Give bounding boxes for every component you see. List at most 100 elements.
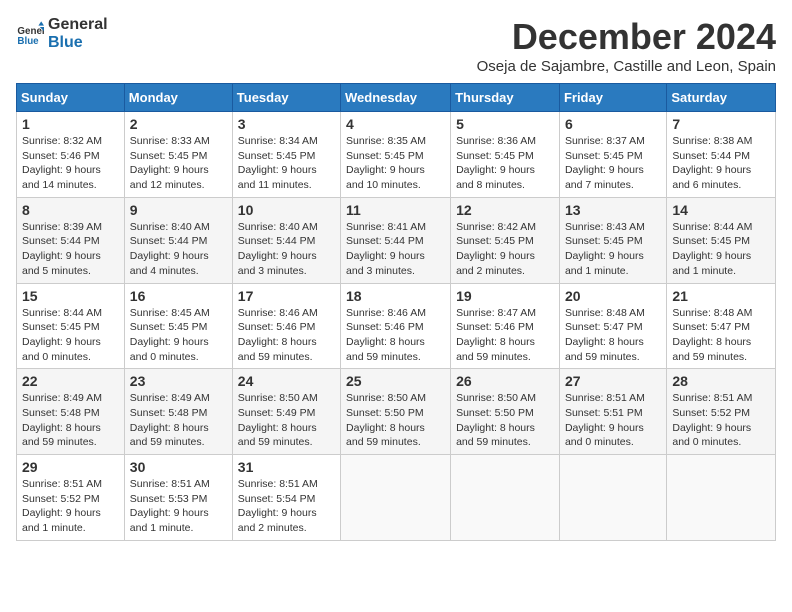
weekday-header-saturday: Saturday bbox=[667, 84, 776, 112]
calendar-cell: 27Sunrise: 8:51 AMSunset: 5:51 PMDayligh… bbox=[559, 369, 666, 455]
day-number: 18 bbox=[346, 288, 445, 304]
day-info: Sunrise: 8:41 AMSunset: 5:44 PMDaylight:… bbox=[346, 220, 445, 279]
calendar-cell: 15 Sunrise: 8:44 AMSunset: 5:45 PMDayligh… bbox=[17, 283, 125, 369]
day-number: 28 bbox=[672, 373, 770, 389]
calendar-cell bbox=[451, 455, 560, 541]
day-info: Sunrise: 8:44 AMSunset: 5:45 PMDaylight:… bbox=[672, 220, 770, 279]
day-number: 26 bbox=[456, 373, 554, 389]
day-info: Sunrise: 8:46 AMSunset: 5:46 PMDaylight:… bbox=[238, 306, 335, 365]
calendar-cell: 26 Sunrise: 8:50 AMSunset: 5:50 PMDayligh… bbox=[451, 369, 560, 455]
logo: General Blue General Blue bbox=[16, 16, 108, 51]
day-info: Sunrise: 8:50 AMSunset: 5:49 PMDaylight:… bbox=[238, 391, 335, 450]
calendar-cell: 18 Sunrise: 8:46 AMSunset: 5:46 PMDayligh… bbox=[341, 283, 451, 369]
calendar-cell: 30 Sunrise: 8:51 AMSunset: 5:53 PMDayligh… bbox=[124, 455, 232, 541]
calendar-cell: 13Sunrise: 8:43 AMSunset: 5:45 PMDayligh… bbox=[559, 197, 666, 283]
day-number: 15 bbox=[22, 288, 119, 304]
day-info: Sunrise: 8:48 AMSunset: 5:47 PMDaylight:… bbox=[565, 306, 661, 365]
calendar-cell: 20Sunrise: 8:48 AMSunset: 5:47 PMDayligh… bbox=[559, 283, 666, 369]
calendar-cell: 10Sunrise: 8:40 AMSunset: 5:44 PMDayligh… bbox=[232, 197, 340, 283]
day-number: 5 bbox=[456, 116, 554, 132]
calendar-cell: 14 Sunrise: 8:44 AMSunset: 5:45 PMDayligh… bbox=[667, 197, 776, 283]
day-info: Sunrise: 8:44 AMSunset: 5:45 PMDaylight:… bbox=[22, 306, 119, 365]
header: General Blue General Blue December 2024 … bbox=[16, 16, 776, 75]
calendar-cell: 9 Sunrise: 8:40 AMSunset: 5:44 PMDaylight… bbox=[124, 197, 232, 283]
day-number: 17 bbox=[238, 288, 335, 304]
calendar-cell bbox=[341, 455, 451, 541]
day-info: Sunrise: 8:46 AMSunset: 5:46 PMDaylight:… bbox=[346, 306, 445, 365]
day-info: Sunrise: 8:35 AMSunset: 5:45 PMDaylight:… bbox=[346, 134, 445, 193]
day-number: 1 bbox=[22, 116, 119, 132]
calendar-cell: 29Sunrise: 8:51 AMSunset: 5:52 PMDayligh… bbox=[17, 455, 125, 541]
day-info: Sunrise: 8:34 AMSunset: 5:45 PMDaylight:… bbox=[238, 134, 335, 193]
calendar-cell: 4 Sunrise: 8:35 AMSunset: 5:45 PMDaylight… bbox=[341, 112, 451, 198]
calendar-cell: 21 Sunrise: 8:48 AMSunset: 5:47 PMDayligh… bbox=[667, 283, 776, 369]
day-info: Sunrise: 8:51 AMSunset: 5:54 PMDaylight:… bbox=[238, 477, 335, 536]
calendar-cell: 5Sunrise: 8:36 AMSunset: 5:45 PMDaylight… bbox=[451, 112, 560, 198]
logo-blue: Blue bbox=[48, 34, 108, 52]
day-number: 22 bbox=[22, 373, 119, 389]
day-info: Sunrise: 8:51 AMSunset: 5:52 PMDaylight:… bbox=[672, 391, 770, 450]
day-info: Sunrise: 8:38 AMSunset: 5:44 PMDaylight:… bbox=[672, 134, 770, 193]
day-number: 16 bbox=[130, 288, 227, 304]
day-number: 8 bbox=[22, 202, 119, 218]
day-info: Sunrise: 8:49 AMSunset: 5:48 PMDaylight:… bbox=[130, 391, 227, 450]
day-number: 11 bbox=[346, 202, 445, 218]
calendar-cell: 11 Sunrise: 8:41 AMSunset: 5:44 PMDayligh… bbox=[341, 197, 451, 283]
calendar-cell: 16 Sunrise: 8:45 AMSunset: 5:45 PMDayligh… bbox=[124, 283, 232, 369]
day-number: 30 bbox=[130, 459, 227, 475]
day-number: 7 bbox=[672, 116, 770, 132]
day-info: Sunrise: 8:42 AMSunset: 5:45 PMDaylight:… bbox=[456, 220, 554, 279]
logo-icon: General Blue bbox=[16, 20, 44, 48]
day-number: 14 bbox=[672, 202, 770, 218]
day-info: Sunrise: 8:49 AMSunset: 5:48 PMDaylight:… bbox=[22, 391, 119, 450]
calendar-cell: 7 Sunrise: 8:38 AMSunset: 5:44 PMDaylight… bbox=[667, 112, 776, 198]
week-row-5: 29Sunrise: 8:51 AMSunset: 5:52 PMDayligh… bbox=[17, 455, 776, 541]
weekday-header-thursday: Thursday bbox=[451, 84, 560, 112]
day-number: 31 bbox=[238, 459, 335, 475]
weekday-header-row: SundayMondayTuesdayWednesdayThursdayFrid… bbox=[17, 84, 776, 112]
day-number: 4 bbox=[346, 116, 445, 132]
calendar-cell: 25 Sunrise: 8:50 AMSunset: 5:50 PMDayligh… bbox=[341, 369, 451, 455]
calendar-cell: 24Sunrise: 8:50 AMSunset: 5:49 PMDayligh… bbox=[232, 369, 340, 455]
week-row-3: 15 Sunrise: 8:44 AMSunset: 5:45 PMDayligh… bbox=[17, 283, 776, 369]
day-info: Sunrise: 8:43 AMSunset: 5:45 PMDaylight:… bbox=[565, 220, 661, 279]
calendar-table: SundayMondayTuesdayWednesdayThursdayFrid… bbox=[16, 83, 776, 541]
day-number: 19 bbox=[456, 288, 554, 304]
svg-text:Blue: Blue bbox=[17, 35, 39, 46]
day-info: Sunrise: 8:51 AMSunset: 5:53 PMDaylight:… bbox=[130, 477, 227, 536]
location-subtitle: Oseja de Sajambre, Castille and Leon, Sp… bbox=[477, 58, 776, 75]
calendar-cell: 28 Sunrise: 8:51 AMSunset: 5:52 PMDayligh… bbox=[667, 369, 776, 455]
weekday-header-tuesday: Tuesday bbox=[232, 84, 340, 112]
day-number: 21 bbox=[672, 288, 770, 304]
calendar-cell: 3Sunrise: 8:34 AMSunset: 5:45 PMDaylight… bbox=[232, 112, 340, 198]
calendar-cell: 1Sunrise: 8:32 AMSunset: 5:46 PMDaylight… bbox=[17, 112, 125, 198]
day-number: 10 bbox=[238, 202, 335, 218]
day-info: Sunrise: 8:48 AMSunset: 5:47 PMDaylight:… bbox=[672, 306, 770, 365]
calendar-cell: 19 Sunrise: 8:47 AMSunset: 5:46 PMDayligh… bbox=[451, 283, 560, 369]
calendar-cell: 12Sunrise: 8:42 AMSunset: 5:45 PMDayligh… bbox=[451, 197, 560, 283]
day-number: 23 bbox=[130, 373, 227, 389]
day-number: 9 bbox=[130, 202, 227, 218]
calendar-cell: 17 Sunrise: 8:46 AMSunset: 5:46 PMDayligh… bbox=[232, 283, 340, 369]
day-number: 29 bbox=[22, 459, 119, 475]
day-number: 27 bbox=[565, 373, 661, 389]
day-info: Sunrise: 8:45 AMSunset: 5:45 PMDaylight:… bbox=[130, 306, 227, 365]
day-info: Sunrise: 8:40 AMSunset: 5:44 PMDaylight:… bbox=[130, 220, 227, 279]
weekday-header-wednesday: Wednesday bbox=[341, 84, 451, 112]
day-number: 25 bbox=[346, 373, 445, 389]
month-title: December 2024 bbox=[477, 16, 776, 58]
day-info: Sunrise: 8:39 AMSunset: 5:44 PMDaylight:… bbox=[22, 220, 119, 279]
weekday-header-monday: Monday bbox=[124, 84, 232, 112]
week-row-2: 8 Sunrise: 8:39 AMSunset: 5:44 PMDaylight… bbox=[17, 197, 776, 283]
calendar-cell: 22 Sunrise: 8:49 AMSunset: 5:48 PMDayligh… bbox=[17, 369, 125, 455]
week-row-4: 22 Sunrise: 8:49 AMSunset: 5:48 PMDayligh… bbox=[17, 369, 776, 455]
day-number: 2 bbox=[130, 116, 227, 132]
calendar-cell: 23 Sunrise: 8:49 AMSunset: 5:48 PMDayligh… bbox=[124, 369, 232, 455]
day-info: Sunrise: 8:47 AMSunset: 5:46 PMDaylight:… bbox=[456, 306, 554, 365]
calendar-cell: 2Sunrise: 8:33 AMSunset: 5:45 PMDaylight… bbox=[124, 112, 232, 198]
day-info: Sunrise: 8:50 AMSunset: 5:50 PMDaylight:… bbox=[346, 391, 445, 450]
week-row-1: 1Sunrise: 8:32 AMSunset: 5:46 PMDaylight… bbox=[17, 112, 776, 198]
title-area: December 2024 Oseja de Sajambre, Castill… bbox=[477, 16, 776, 75]
day-number: 6 bbox=[565, 116, 661, 132]
day-info: Sunrise: 8:50 AMSunset: 5:50 PMDaylight:… bbox=[456, 391, 554, 450]
